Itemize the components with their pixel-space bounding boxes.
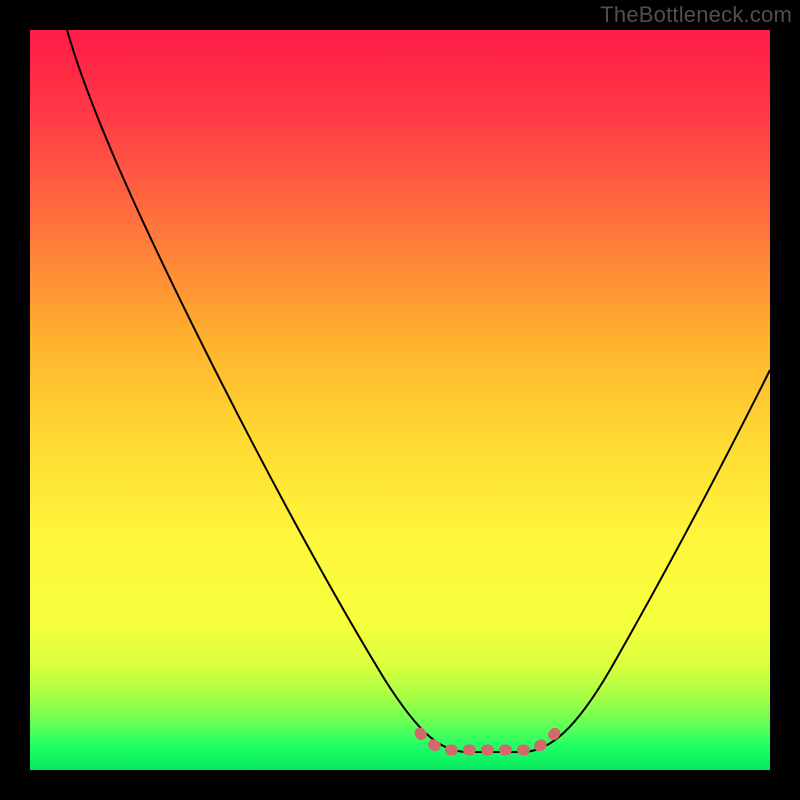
watermark-text: TheBottleneck.com xyxy=(600,2,792,28)
plot-area xyxy=(30,30,770,770)
curve-overlay xyxy=(30,30,770,770)
chart-frame: TheBottleneck.com xyxy=(0,0,800,800)
bottleneck-curve xyxy=(67,30,770,752)
highlight-region xyxy=(420,733,555,750)
